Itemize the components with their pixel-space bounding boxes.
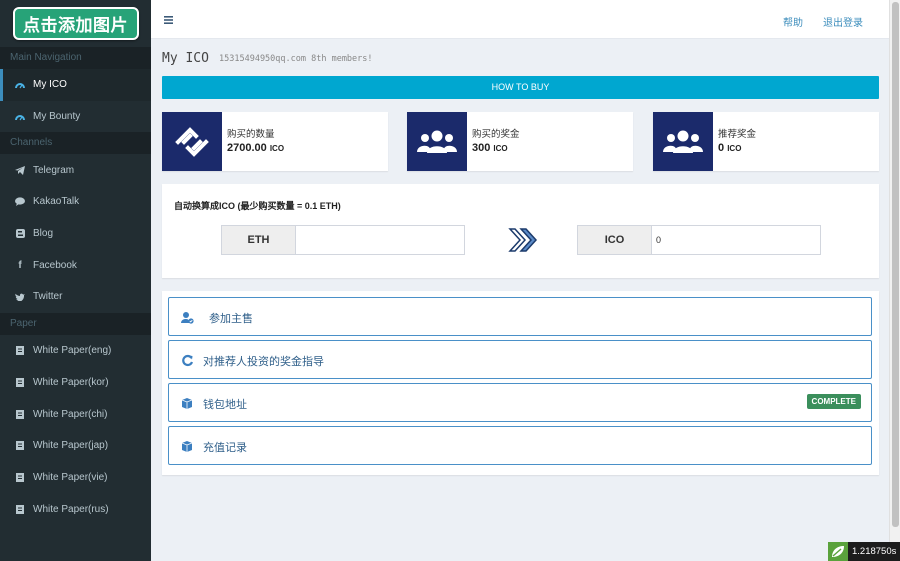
twitter-icon [15, 292, 25, 302]
info-box-referral-bonus: 推荐奖金 0 ICO [653, 112, 879, 171]
cube-icon [181, 397, 194, 410]
list-item-label: 对推荐人投资的奖金指导 [203, 356, 324, 368]
sidebar-item-white-paper-jap[interactable]: White Paper(jap) [0, 430, 151, 462]
users-icon [653, 112, 713, 171]
hamburger-menu-icon[interactable] [164, 13, 173, 27]
telegram-icon [15, 165, 25, 175]
sidebar-item-kakaotalk[interactable]: KakaoTalk [0, 186, 151, 218]
vertical-scrollbar[interactable] [889, 0, 900, 561]
eth-amount-input[interactable] [296, 226, 464, 254]
sidebar-item-white-paper-kor[interactable]: White Paper(kor) [0, 367, 151, 399]
sidebar-item-label: My Bounty [33, 111, 81, 123]
info-value: 300 ICO [472, 142, 508, 154]
ico-amount-input[interactable] [652, 226, 820, 254]
sidebar-item-my-ico[interactable]: My ICO [0, 69, 151, 101]
cube-icon [181, 440, 194, 453]
list-item-label: 钱包地址 [203, 399, 247, 411]
blog-icon [15, 229, 25, 239]
sidebar-item-facebook[interactable]: f Facebook [0, 249, 151, 281]
sidebar-item-label: Facebook [33, 259, 77, 271]
sidebar-item-label: White Paper(rus) [33, 503, 109, 515]
timer-text: 1.218750s [848, 542, 900, 561]
document-icon [15, 441, 25, 451]
list-item-deposit-history[interactable]: 充值记录 [168, 426, 872, 465]
document-icon [15, 472, 25, 482]
complete-badge: COMPLETE [806, 394, 861, 409]
sidebar-item-telegram[interactable]: Telegram [0, 154, 151, 186]
logo-image-placeholder[interactable]: 点击添加图片 [12, 7, 139, 40]
refresh-icon [181, 354, 194, 367]
users-icon [407, 112, 467, 171]
sidebar-item-blog[interactable]: Blog [0, 218, 151, 250]
dashboard-icon [15, 112, 25, 122]
convert-title: 自动换算成ICO (最少购买数量 = 0.1 ETH) [174, 201, 341, 211]
info-label: 推荐奖金 [718, 129, 757, 140]
facebook-icon: f [18, 259, 22, 271]
ico-input-group: ICO [577, 225, 821, 255]
sidebar-item-label: White Paper(kor) [33, 376, 109, 388]
document-icon [15, 409, 25, 419]
sidebar-item-white-paper-chi[interactable]: White Paper(chi) [0, 398, 151, 430]
list-item-main-sale[interactable]: 参加主售 [168, 297, 872, 336]
document-icon [15, 346, 25, 356]
sidebar-item-my-bounty[interactable]: My Bounty [0, 101, 151, 133]
nav-header-main: Main Navigation [0, 47, 151, 69]
exchange-icon [162, 112, 222, 171]
info-label: 购买的数量 [227, 129, 275, 140]
sidebar-item-label: White Paper(eng) [33, 345, 112, 357]
chat-bubble-icon [15, 197, 25, 207]
sidebar-item-label: KakaoTalk [33, 196, 80, 208]
scrollbar-thumb[interactable] [892, 2, 899, 527]
sidebar-item-label: Twitter [33, 291, 63, 303]
sidebar-item-white-paper-eng[interactable]: White Paper(eng) [0, 335, 151, 367]
topbar: 帮助 退出登录 [151, 0, 889, 39]
double-chevron-right-icon [508, 227, 540, 256]
sidebar-item-label: Telegram [33, 164, 75, 176]
user-check-icon [181, 311, 194, 324]
sidebar-item-white-paper-rus[interactable]: White Paper(rus) [0, 493, 151, 525]
logo-area: 点击添加图片 [0, 0, 151, 47]
sidebar-item-label: White Paper(vie) [33, 471, 108, 483]
nav-header-paper: Paper [0, 312, 151, 335]
ico-label: ICO [578, 226, 652, 254]
info-label: 购买的奖金 [472, 129, 520, 140]
help-link[interactable]: 帮助 [783, 14, 803, 29]
sidebar-item-label: White Paper(jap) [33, 440, 109, 452]
how-to-buy-button[interactable]: HOW TO BUY [162, 76, 879, 99]
info-value: 0 ICO [718, 142, 742, 154]
list-item-label: 参加主售 [209, 313, 253, 325]
page-title: My ICO [162, 51, 209, 66]
debug-timer[interactable]: 1.218750s [828, 542, 900, 561]
dashboard-icon [15, 80, 25, 90]
page-subtitle: 15315494950qq.com 8th members! [219, 54, 373, 64]
info-box-purchase-amount: 购买的数量 2700.00 ICO [162, 112, 388, 171]
sidebar-item-label: White Paper(chi) [33, 408, 108, 420]
convert-panel: 自动换算成ICO (最少购买数量 = 0.1 ETH) ETH ICO [162, 184, 879, 278]
nav-header-channels: Channels [0, 132, 151, 155]
eth-label: ETH [222, 226, 296, 254]
sidebar: 点击添加图片 Main Navigation My ICO My Bounty … [0, 0, 151, 561]
sidebar-item-label: My ICO [33, 79, 67, 91]
document-icon [15, 377, 25, 387]
action-list-panel: 参加主售 对推荐人投资的奖金指导 钱包地址 COMPLETE 充值记录 [162, 291, 879, 475]
list-item-wallet-address[interactable]: 钱包地址 COMPLETE [168, 383, 872, 422]
leaf-icon [828, 542, 848, 561]
sidebar-item-label: Blog [33, 228, 54, 240]
list-item-referral-guide[interactable]: 对推荐人投资的奖金指导 [168, 340, 872, 379]
list-item-label: 充值记录 [203, 442, 247, 454]
document-icon [15, 504, 25, 514]
eth-input-group: ETH [221, 225, 465, 255]
info-box-purchase-bonus: 购买的奖金 300 ICO [407, 112, 633, 171]
sidebar-item-white-paper-vie[interactable]: White Paper(vie) [0, 462, 151, 494]
info-value: 2700.00 ICO [227, 142, 285, 154]
sidebar-item-twitter[interactable]: Twitter [0, 281, 151, 313]
logout-link[interactable]: 退出登录 [823, 14, 863, 29]
